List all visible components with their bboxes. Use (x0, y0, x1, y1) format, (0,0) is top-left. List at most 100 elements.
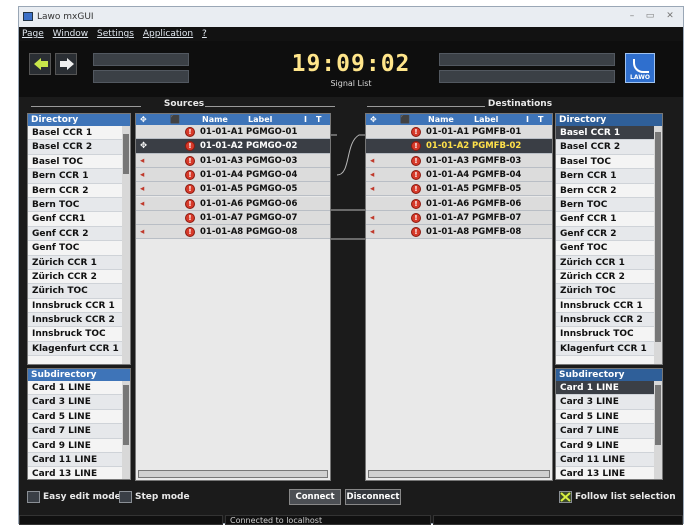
clock-display: 19:09:02 (291, 51, 411, 77)
destination-directory-scrollbar[interactable] (654, 126, 662, 364)
destination-directory-item[interactable]: Genf CCR 1 (556, 212, 662, 227)
destination-directory-item[interactable]: Innsbruck TOC (556, 327, 662, 342)
source-subdirectory-item[interactable]: Card 3 LINE (28, 395, 130, 410)
destination-subdirectory-item[interactable]: Card 5 LINE (556, 410, 662, 425)
destination-directory-item[interactable]: Basel CCR 2 (556, 140, 662, 155)
easy-edit-checkbox[interactable] (27, 491, 40, 503)
source-directory-item[interactable]: Zürich CCR 2 (28, 270, 130, 285)
col-name[interactable]: Name (428, 114, 454, 125)
source-row[interactable]: ◂! 01-01-A5 PGMGO-05 (136, 182, 330, 197)
col-name[interactable]: Name (202, 114, 228, 125)
source-row[interactable]: ! 01-01-A7 PGMGO-07 (136, 210, 330, 226)
destination-subdirectory-scrollbar[interactable] (654, 381, 662, 479)
close-button[interactable]: ✕ (663, 11, 677, 22)
alert-icon: ! (185, 155, 195, 166)
menu-settings[interactable]: Settings (97, 29, 134, 39)
destination-directory-item[interactable]: Zürich CCR 2 (556, 270, 662, 285)
destination-directory-item[interactable]: Genf CCR 2 (556, 226, 662, 242)
source-directory-item[interactable]: Innsbruck CCR 2 (28, 313, 130, 328)
source-subdirectory-scrollbar[interactable] (122, 381, 130, 479)
source-directory-item[interactable]: Basel CCR 1 (28, 126, 130, 141)
destination-directory-item[interactable]: Innsbruck CCR 1 (556, 299, 662, 314)
destination-directory-item[interactable]: Klagenfurt CCR 1 (556, 341, 662, 357)
destination-row[interactable]: ! 01-01-A1 PGMFB-01 (366, 125, 552, 140)
destination-row[interactable]: ◂! 01-01-A7 PGMFB-07 (366, 210, 552, 226)
source-subdirectory-item[interactable]: Card 5 LINE (28, 410, 130, 425)
maximize-button[interactable]: ▭ (643, 11, 657, 22)
destination-directory-item[interactable]: Bern CCR 1 (556, 169, 662, 184)
destination-directory-item[interactable]: Basel TOC (556, 155, 662, 170)
destination-subdirectory-item[interactable]: Card 7 LINE (556, 424, 662, 439)
col-label[interactable]: Label (474, 114, 498, 125)
destination-row[interactable]: ! 01-01-A2 PGMFB-02 (366, 139, 552, 154)
destination-row[interactable]: ◂! 01-01-A8 PGMFB-08 (366, 225, 552, 240)
source-row[interactable]: ◂! 01-01-A4 PGMGO-04 (136, 167, 330, 183)
source-directory-scrollbar[interactable] (122, 126, 130, 364)
destination-subdirectory-item[interactable]: Card 1 LINE (556, 381, 662, 396)
source-directory-item[interactable]: Bern CCR 2 (28, 184, 130, 198)
source-row[interactable]: ◂! 01-01-A8 PGMGO-08 (136, 225, 330, 240)
destination-subdirectory-item[interactable]: Card 11 LINE (556, 452, 662, 468)
source-row[interactable]: ◂! 01-01-A3 PGMGO-03 (136, 153, 330, 168)
signal-label: PGMFB-06 (472, 198, 522, 209)
destination-directory-item[interactable]: Innsbruck CCR 2 (556, 313, 662, 328)
source-row[interactable]: ! 01-01-A1 PGMGO-01 (136, 125, 330, 140)
destination-subdirectory-item[interactable]: Card 13 LINE (556, 467, 662, 479)
menu-window[interactable]: Window (53, 29, 89, 39)
source-directory-item[interactable]: Zürich CCR 1 (28, 255, 130, 270)
step-mode-checkbox[interactable] (119, 491, 132, 503)
destination-directory-item[interactable]: Bern CCR 2 (556, 184, 662, 198)
source-subdirectory-item[interactable]: Card 9 LINE (28, 439, 130, 453)
menu-page[interactable]: Page (22, 29, 44, 39)
source-directory-item[interactable]: Bern CCR 1 (28, 169, 130, 184)
menu-application[interactable]: Application (143, 29, 193, 39)
destination-row[interactable]: ◂! 01-01-A4 PGMFB-04 (366, 167, 552, 183)
disconnect-button[interactable]: Disconnect (345, 489, 401, 505)
source-directory-item[interactable]: Innsbruck CCR 1 (28, 299, 130, 314)
source-directory-item[interactable]: Bern TOC (28, 197, 130, 213)
col-t[interactable]: T (538, 114, 543, 125)
source-directory-item[interactable]: Zürich TOC (28, 284, 130, 299)
source-directory-item[interactable]: Klagenfurt CCR 1 (28, 341, 130, 357)
source-subdirectory-item[interactable]: Card 11 LINE (28, 452, 130, 468)
source-row[interactable]: ◂! 01-01-A6 PGMGO-06 (136, 196, 330, 211)
destination-directory-item[interactable]: Zürich TOC (556, 284, 662, 299)
source-subdirectory-item[interactable]: Card 7 LINE (28, 424, 130, 439)
destination-row[interactable]: ! 01-01-A6 PGMFB-06 (366, 196, 552, 211)
source-directory-item[interactable]: Basel TOC (28, 155, 130, 170)
destination-directory-item[interactable]: Zürich CCR 1 (556, 255, 662, 270)
col-i[interactable]: I (526, 114, 529, 125)
destination-subdirectory-item[interactable]: Card 9 LINE (556, 439, 662, 453)
source-directory-item[interactable]: Genf CCR 2 (28, 226, 130, 242)
source-subdirectory-item[interactable]: Card 1 LINE (28, 381, 130, 396)
signal-name: 01-01-A6 (200, 198, 244, 209)
source-directory-item[interactable]: Innsbruck TOC (28, 327, 130, 342)
connect-button[interactable]: Connect (289, 489, 341, 505)
menu-help[interactable]: ? (202, 29, 207, 39)
destination-row[interactable]: ◂! 01-01-A3 PGMFB-03 (366, 153, 552, 168)
signal-name: 01-01-A1 (426, 127, 470, 137)
col-label[interactable]: Label (248, 114, 272, 125)
source-directory-item[interactable]: Genf TOC (28, 241, 130, 256)
source-row[interactable]: ✥! 01-01-A2 PGMGO-02 (136, 139, 330, 154)
window-title: Lawo mxGUI (37, 12, 94, 22)
destination-subdirectory-item[interactable]: Card 3 LINE (556, 395, 662, 410)
destination-directory-item[interactable]: Genf TOC (556, 241, 662, 256)
source-directory-item[interactable]: Basel CCR 2 (28, 140, 130, 155)
follow-selection-checkbox[interactable] (559, 491, 572, 503)
destination-directory-item[interactable]: Basel CCR 1 (556, 126, 662, 141)
col-i[interactable]: I (304, 114, 307, 125)
col-t[interactable]: T (316, 114, 321, 125)
destination-directory-item[interactable]: Bern TOC (556, 197, 662, 213)
destination-directory-header: Directory (556, 114, 662, 126)
minimize-button[interactable]: – (625, 11, 639, 22)
source-directory-header: Directory (28, 114, 130, 126)
source-subdirectory-item[interactable]: Card 13 LINE (28, 467, 130, 479)
destination-horizontal-scrollbar[interactable] (368, 470, 550, 478)
signal-label: PGMGO-05 (246, 184, 298, 195)
source-directory-item[interactable]: Genf CCR1 (28, 212, 130, 227)
source-horizontal-scrollbar[interactable] (138, 470, 328, 478)
destination-row[interactable]: ◂! 01-01-A5 PGMFB-05 (366, 182, 552, 197)
move-icon: ✥ (140, 141, 148, 152)
arrow-icon: ◂ (370, 169, 375, 180)
